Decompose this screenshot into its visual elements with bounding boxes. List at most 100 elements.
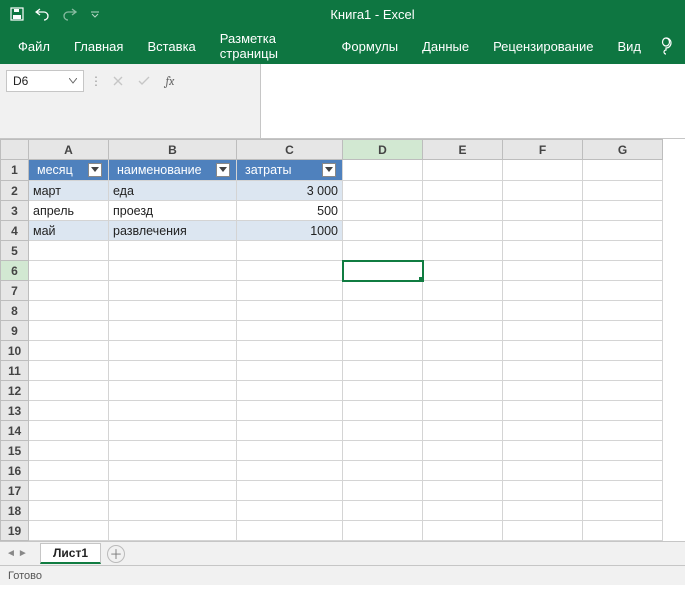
tab-formulas[interactable]: Формулы xyxy=(330,31,411,62)
cell[interactable] xyxy=(503,221,583,241)
col-header-A[interactable]: A xyxy=(29,140,109,160)
cell[interactable] xyxy=(423,221,503,241)
cell[interactable] xyxy=(583,201,663,221)
row-header[interactable]: 12 xyxy=(1,381,29,401)
cell[interactable] xyxy=(423,341,503,361)
cell[interactable] xyxy=(503,181,583,201)
sheet-tab-active[interactable]: Лист1 xyxy=(40,543,101,564)
col-header-C[interactable]: C xyxy=(237,140,343,160)
cell[interactable] xyxy=(237,301,343,321)
cell[interactable] xyxy=(583,401,663,421)
table-header-cell[interactable]: затраты xyxy=(237,160,343,181)
row-header[interactable]: 8 xyxy=(1,301,29,321)
cell[interactable] xyxy=(109,481,237,501)
cell[interactable] xyxy=(237,521,343,541)
cell[interactable] xyxy=(583,441,663,461)
tab-file[interactable]: Файл xyxy=(6,31,62,62)
cell[interactable] xyxy=(583,241,663,261)
cell[interactable] xyxy=(109,521,237,541)
cell[interactable] xyxy=(343,201,423,221)
col-header-B[interactable]: B xyxy=(109,140,237,160)
name-box[interactable]: D6 xyxy=(6,70,84,92)
cell[interactable] xyxy=(583,461,663,481)
new-sheet-button[interactable]: ＋ xyxy=(107,545,125,563)
cell[interactable] xyxy=(503,361,583,381)
cell[interactable] xyxy=(237,381,343,401)
cell[interactable] xyxy=(237,501,343,521)
insert-function-button[interactable]: fx xyxy=(160,71,180,91)
cell[interactable] xyxy=(29,521,109,541)
cell[interactable] xyxy=(343,381,423,401)
tab-layout[interactable]: Разметка страницы xyxy=(208,23,330,69)
cell[interactable] xyxy=(423,421,503,441)
cell[interactable] xyxy=(503,381,583,401)
cell[interactable] xyxy=(583,501,663,521)
cell[interactable] xyxy=(237,321,343,341)
row-header[interactable]: 9 xyxy=(1,321,29,341)
cell[interactable] xyxy=(237,361,343,381)
cell[interactable] xyxy=(503,160,583,181)
cell[interactable] xyxy=(503,301,583,321)
cell[interactable] xyxy=(109,361,237,381)
tell-me-button[interactable] xyxy=(653,37,679,55)
cell[interactable] xyxy=(29,281,109,301)
cell[interactable] xyxy=(423,160,503,181)
cell[interactable] xyxy=(109,241,237,261)
cell[interactable] xyxy=(503,481,583,501)
cell[interactable] xyxy=(343,321,423,341)
cell[interactable] xyxy=(29,441,109,461)
tab-review[interactable]: Рецензирование xyxy=(481,31,605,62)
cell[interactable]: проезд xyxy=(109,201,237,221)
cell[interactable] xyxy=(109,321,237,341)
cell[interactable] xyxy=(503,321,583,341)
cell[interactable] xyxy=(343,441,423,461)
cell[interactable] xyxy=(343,301,423,321)
cell[interactable] xyxy=(109,281,237,301)
cell[interactable] xyxy=(29,241,109,261)
tab-view[interactable]: Вид xyxy=(605,31,653,62)
formula-bar[interactable] xyxy=(260,64,685,138)
cell[interactable] xyxy=(29,301,109,321)
cell[interactable]: май xyxy=(29,221,109,241)
cell[interactable] xyxy=(503,501,583,521)
qat-customize-button[interactable] xyxy=(84,3,106,25)
table-header-cell[interactable]: наименование xyxy=(109,160,237,181)
cell[interactable] xyxy=(583,261,663,281)
row-header[interactable]: 18 xyxy=(1,501,29,521)
sheet-nav-buttons[interactable]: ◄► xyxy=(6,548,28,559)
cell[interactable] xyxy=(237,241,343,261)
cell[interactable]: развлечения xyxy=(109,221,237,241)
active-cell[interactable] xyxy=(343,261,423,281)
cell[interactable]: 1000 xyxy=(237,221,343,241)
cell[interactable] xyxy=(29,341,109,361)
redo-button[interactable] xyxy=(58,3,80,25)
row-header[interactable]: 15 xyxy=(1,441,29,461)
cell[interactable] xyxy=(423,501,503,521)
row-header[interactable]: 16 xyxy=(1,461,29,481)
cell[interactable] xyxy=(109,441,237,461)
cell[interactable] xyxy=(343,181,423,201)
cell[interactable] xyxy=(583,521,663,541)
cell[interactable] xyxy=(109,421,237,441)
cell[interactable]: апрель xyxy=(29,201,109,221)
enter-formula-button[interactable] xyxy=(134,71,154,91)
cell[interactable] xyxy=(237,421,343,441)
cell[interactable] xyxy=(583,341,663,361)
cell[interactable] xyxy=(423,201,503,221)
cell[interactable] xyxy=(29,501,109,521)
cell[interactable] xyxy=(423,401,503,421)
cell[interactable] xyxy=(423,281,503,301)
cell[interactable] xyxy=(423,321,503,341)
cell[interactable]: 500 xyxy=(237,201,343,221)
row-header[interactable]: 6 xyxy=(1,261,29,281)
cell[interactable] xyxy=(583,221,663,241)
row-header[interactable]: 7 xyxy=(1,281,29,301)
cell[interactable] xyxy=(343,521,423,541)
cell[interactable] xyxy=(503,261,583,281)
cell[interactable] xyxy=(423,461,503,481)
cell[interactable] xyxy=(583,301,663,321)
cell[interactable] xyxy=(423,181,503,201)
cell[interactable] xyxy=(423,241,503,261)
cell[interactable] xyxy=(343,461,423,481)
cell[interactable] xyxy=(109,501,237,521)
